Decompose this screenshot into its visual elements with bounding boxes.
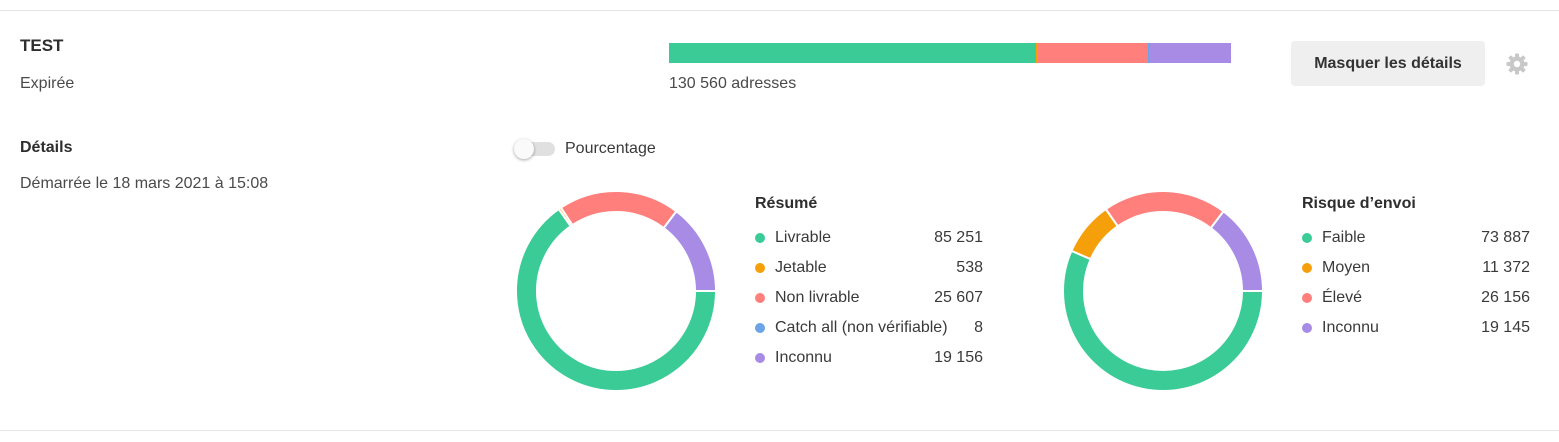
legend-value: 8 xyxy=(974,319,983,336)
legend-dot xyxy=(755,353,765,363)
legend-label: Catch all (non vérifiable) xyxy=(775,319,948,336)
top-divider xyxy=(0,10,1559,11)
summary-title: Résumé xyxy=(755,195,818,212)
legend-dot xyxy=(755,293,765,303)
legend-label: Livrable xyxy=(775,229,832,246)
legend-item-livrable: Livrable 85 251 xyxy=(755,229,983,259)
legend-item-catch-all: Catch all (non vérifiable) 8 xyxy=(755,319,983,349)
status-text: Expirée xyxy=(20,75,75,92)
donut-slice xyxy=(662,209,718,292)
gear-icon[interactable] xyxy=(1505,52,1529,76)
legend-label: Inconnu xyxy=(775,349,832,366)
legend-value: 85 251 xyxy=(934,229,983,246)
legend-item-inconnu: Inconnu 19 156 xyxy=(755,349,983,379)
donut-slice xyxy=(1062,249,1265,392)
start-date: Démarrée le 18 mars 2021 à 15:08 xyxy=(20,175,269,192)
legend-value: 19 156 xyxy=(934,349,983,366)
legend-dot xyxy=(1302,323,1312,333)
bottom-divider xyxy=(0,430,1559,431)
bar-segment xyxy=(1148,43,1231,63)
legend-value: 11 372 xyxy=(1482,259,1530,276)
legend-label: Moyen xyxy=(1322,259,1371,276)
legend-dot xyxy=(755,233,765,243)
toggle-knob xyxy=(514,139,534,159)
legend-dot xyxy=(755,323,765,333)
legend-dot xyxy=(1302,233,1312,243)
legend-dot xyxy=(755,263,765,273)
summary-legend: Résumé Livrable 85 251 Jetable 538 Non l… xyxy=(755,195,983,379)
donut-slice xyxy=(1209,209,1265,292)
legend-item-faible: Faible 73 887 xyxy=(1302,229,1530,259)
legend-label: Faible xyxy=(1322,229,1366,246)
details-heading: Détails xyxy=(20,139,73,156)
legend-value: 26 156 xyxy=(1481,289,1530,306)
legend-label: Non livrable xyxy=(775,289,860,306)
risk-donut-chart xyxy=(1062,190,1265,392)
results-bar xyxy=(669,43,1231,63)
percentage-toggle[interactable] xyxy=(514,139,556,159)
risk-legend: Risque d’envoi Faible 73 887 Moyen 11 37… xyxy=(1302,195,1530,349)
summary-donut-chart xyxy=(515,190,718,392)
legend-label: Jetable xyxy=(775,259,827,276)
legend-value: 538 xyxy=(956,259,983,276)
legend-value: 25 607 xyxy=(934,289,983,306)
legend-label: Inconnu xyxy=(1322,319,1379,336)
legend-dot xyxy=(1302,293,1312,303)
legend-dot xyxy=(1302,263,1312,273)
total-addresses: 130 560 adresses xyxy=(669,75,797,92)
legend-item-non-livrable: Non livrable 25 607 xyxy=(755,289,983,319)
percentage-label: Pourcentage xyxy=(565,140,656,157)
legend-value: 19 145 xyxy=(1481,319,1530,336)
list-name: TEST xyxy=(20,36,64,55)
bar-segment xyxy=(669,43,1036,63)
legend-label: Élevé xyxy=(1322,289,1363,306)
legend-item-moyen: Moyen 11 372 xyxy=(1302,259,1530,289)
donut-slice xyxy=(1104,190,1225,230)
donut-slice xyxy=(559,190,678,230)
legend-item-eleve: Élevé 26 156 xyxy=(1302,289,1530,319)
legend-value: 73 887 xyxy=(1481,229,1530,246)
bar-segment xyxy=(1038,43,1149,63)
risk-title: Risque d’envoi xyxy=(1302,195,1416,212)
legend-item-jetable: Jetable 538 xyxy=(755,259,983,289)
legend-item-inconnu: Inconnu 19 145 xyxy=(1302,319,1530,349)
hide-details-button[interactable]: Masquer les détails xyxy=(1291,41,1485,86)
